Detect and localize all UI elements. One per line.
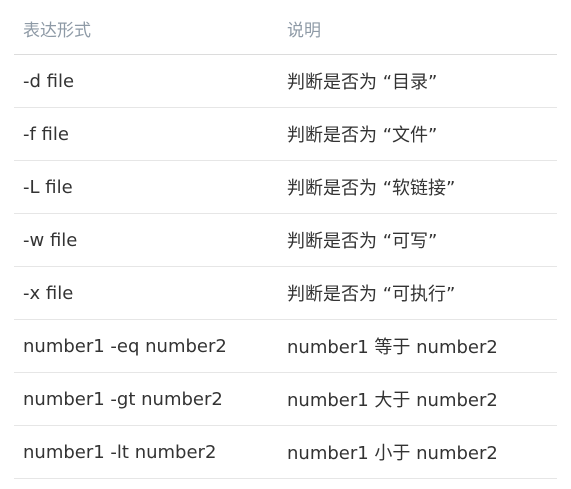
- description-cell: 判断是否为 “目录”: [287, 72, 438, 93]
- table-row: -x file 判断是否为 “可执行”: [14, 267, 557, 320]
- table-row: number1 -eq number2 number1 等于 number2: [14, 320, 557, 373]
- expression-cell: -L file: [23, 176, 73, 198]
- expression-cell: -x file: [23, 282, 74, 304]
- description-cell: number1 小于 number2: [287, 443, 498, 464]
- header-expression: 表达形式: [23, 20, 91, 41]
- description-cell: 判断是否为 “软链接”: [287, 178, 456, 199]
- description-cell: 判断是否为 “文件”: [287, 125, 438, 146]
- expression-cell: number1 -lt number2: [23, 441, 217, 463]
- table-row: number1 -gt number2 number1 大于 number2: [14, 373, 557, 426]
- expression-cell: number1 -gt number2: [23, 388, 223, 410]
- table-row: -w file 判断是否为 “可写”: [14, 214, 557, 267]
- expression-cell: -f file: [23, 123, 69, 145]
- description-cell: number1 大于 number2: [287, 390, 498, 411]
- expression-cell: -d file: [23, 70, 75, 92]
- table-row: -L file 判断是否为 “软链接”: [14, 161, 557, 214]
- description-cell: 判断是否为 “可写”: [287, 231, 438, 252]
- table-header-row: 表达形式 说明: [14, 2, 557, 55]
- description-cell: number1 等于 number2: [287, 337, 498, 358]
- table-row: -d file 判断是否为 “目录”: [14, 55, 557, 108]
- table-row: -f file 判断是否为 “文件”: [14, 108, 557, 161]
- description-cell: 判断是否为 “可执行”: [287, 284, 456, 305]
- expression-cell: number1 -eq number2: [23, 335, 227, 357]
- expression-cell: -w file: [23, 229, 78, 251]
- header-description: 说明: [287, 20, 321, 41]
- table-row: number1 -lt number2 number1 小于 number2: [14, 426, 557, 479]
- expression-table: 表达形式 说明 -d file 判断是否为 “目录” -f file 判断是否为…: [14, 2, 557, 479]
